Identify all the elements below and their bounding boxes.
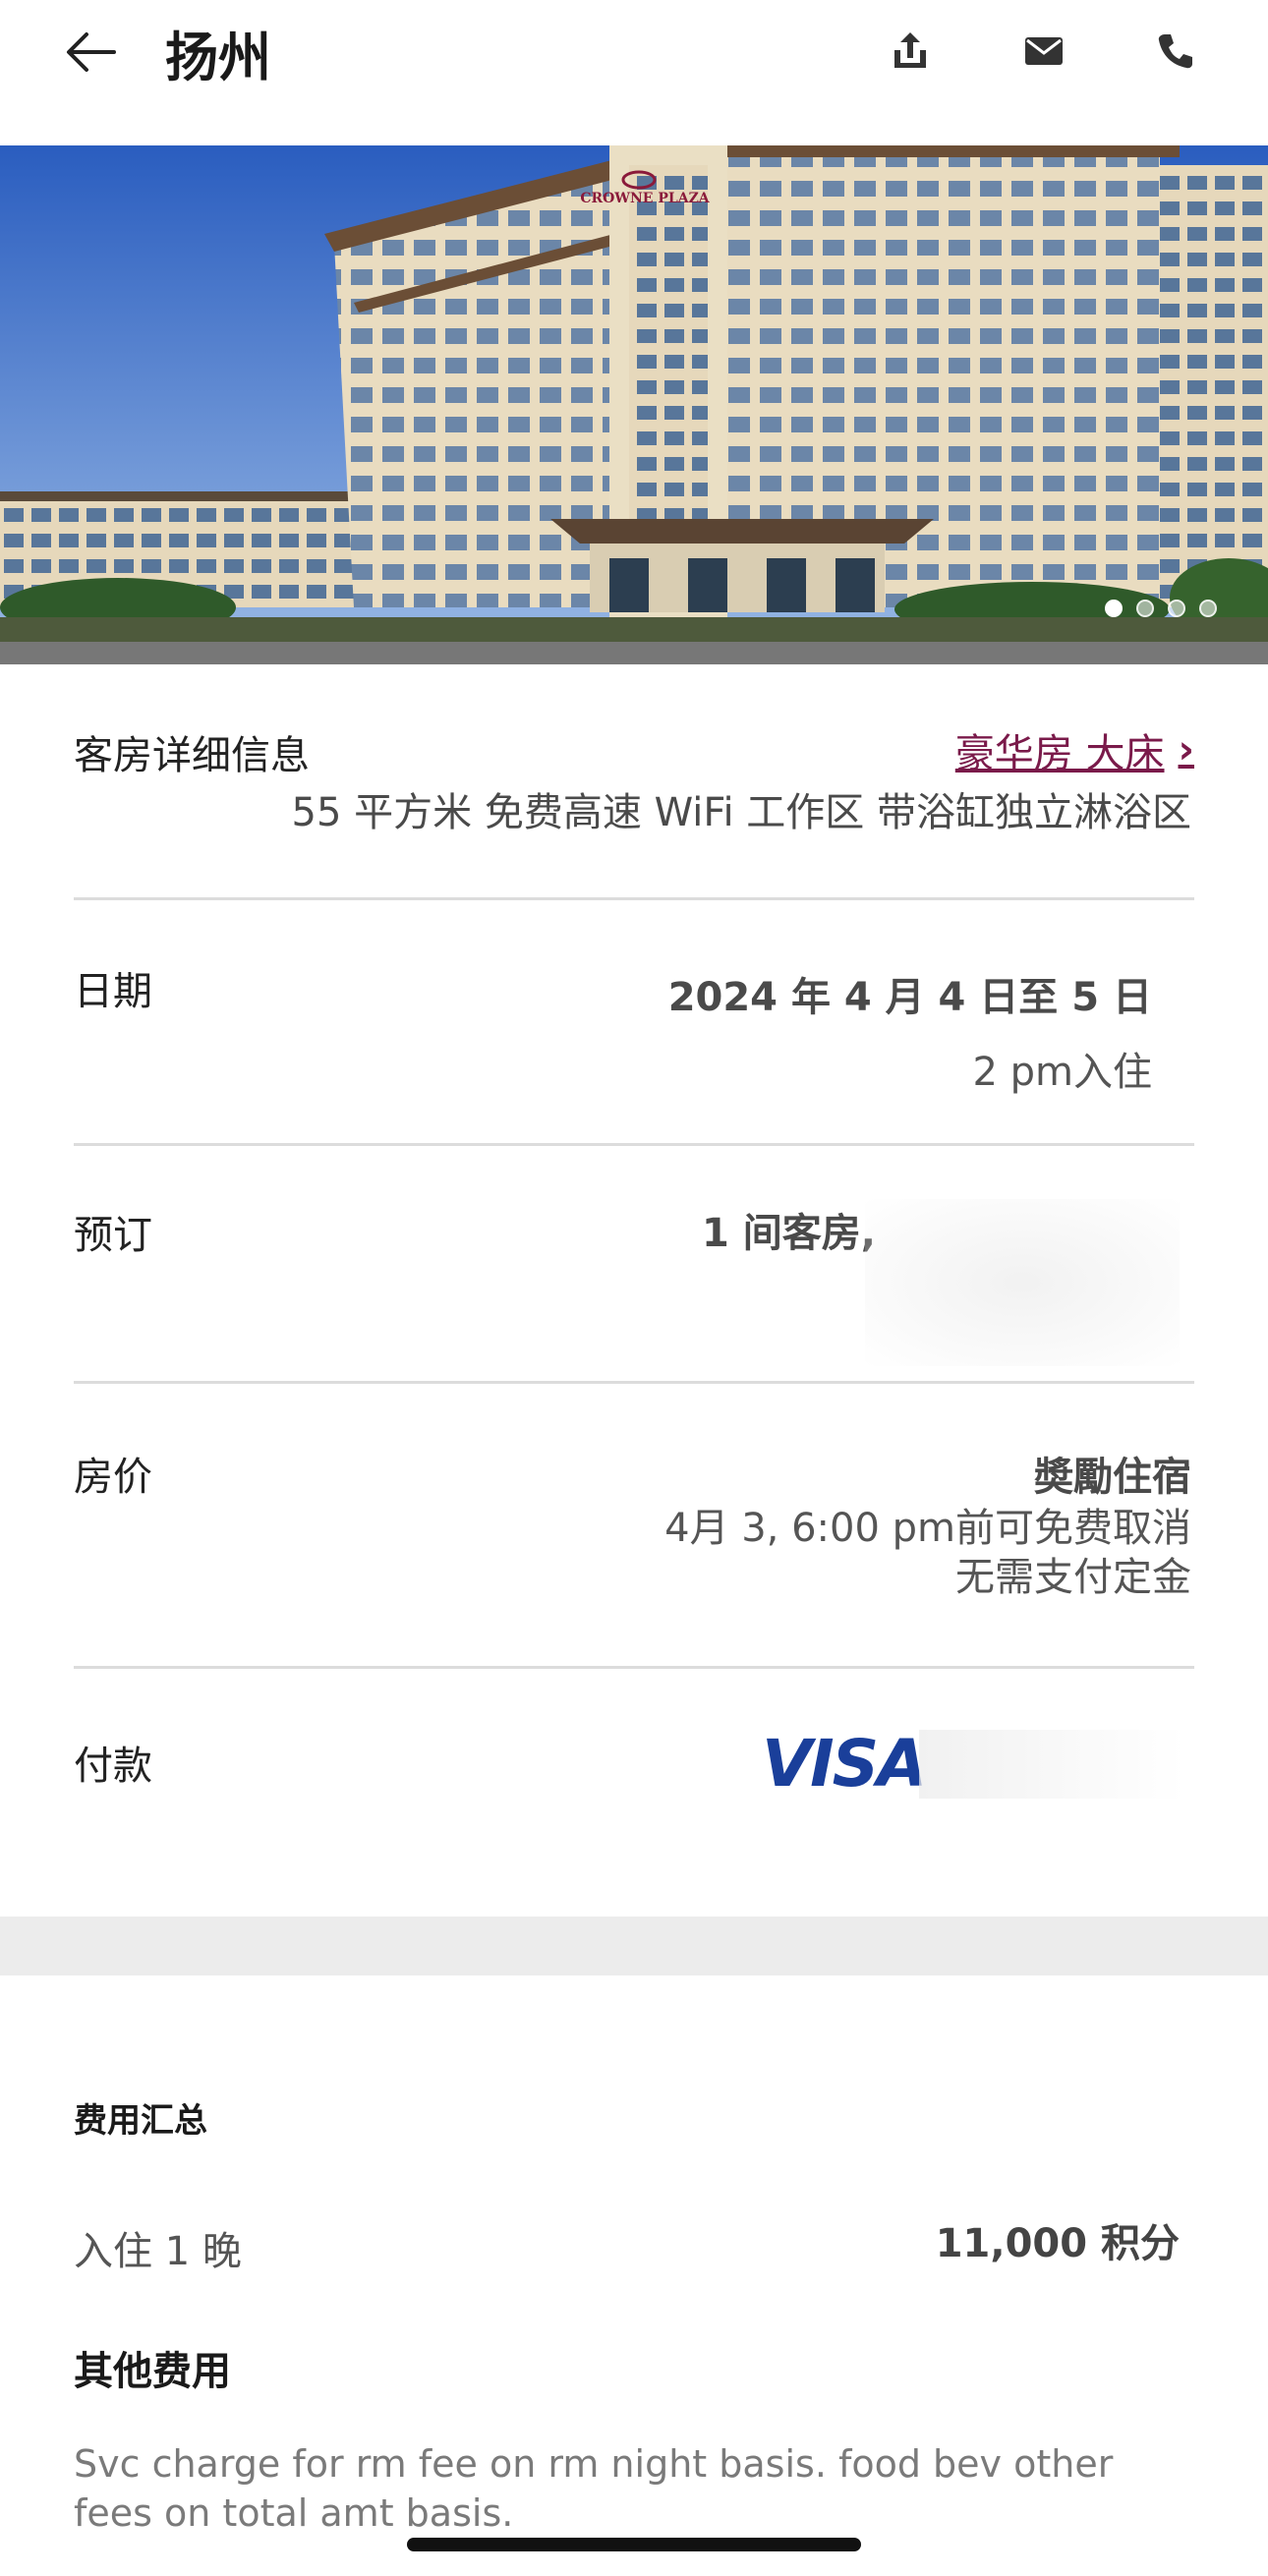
divider [74,1666,1194,1669]
carousel-dot[interactable] [1168,600,1185,617]
visa-logo: VISA [762,1726,927,1802]
room-details-label: 客房详细信息 [74,733,310,778]
other-fees-description: Svc charge for rm fee on rm night basis.… [74,2442,1114,2535]
divider [74,897,1194,900]
rate-type: 奬勵住宿 [1034,1455,1191,1500]
other-fees-title: 其他费用 [74,2349,231,2394]
hotel-exterior-photo: CROWNE PLAZA [0,145,1268,664]
phone-button[interactable] [1136,12,1215,90]
room-type-link[interactable]: 豪华房 大床 › [955,721,1194,778]
carousel-dot[interactable] [1136,600,1154,617]
back-button[interactable] [51,18,130,86]
hotel-photo-carousel[interactable]: CROWNE PLAZA [0,145,1268,664]
points-total: 11,000 积分 [935,2221,1180,2266]
carousel-dot[interactable] [1105,600,1123,617]
mail-icon [1025,37,1063,65]
section-separator [0,1917,1268,1975]
booking-rooms: 1 间客房, [702,1211,876,1256]
arrow-left-icon [67,32,116,72]
header-bar: 扬州 [0,0,1268,145]
carousel-dot[interactable] [1199,600,1217,617]
carousel-indicator [1105,600,1217,617]
deposit-policy: 无需支付定金 [955,1555,1191,1600]
divider [74,1381,1194,1384]
nights-label: 入住 1 晚 [74,2229,242,2274]
share-button[interactable] [871,12,950,90]
home-indicator[interactable] [407,2538,861,2551]
chevron-right-icon: › [1178,727,1194,773]
payment-label: 付款 [74,1744,152,1789]
page-title: 扬州 [165,27,271,88]
phone-icon [1158,34,1192,69]
room-amenities: 55 平方米 免费高速 WiFi 工作区 带浴缸独立淋浴区 [291,790,1191,835]
rate-label: 房价 [74,1455,152,1500]
date-range: 2024 年 4 月 4 日至 5 日 [667,975,1152,1020]
hotel-sign: CROWNE PLAZA [580,191,710,206]
booking-label: 预订 [74,1213,152,1258]
divider [74,1143,1194,1146]
mail-button[interactable] [1005,12,1083,90]
redacted-guest-info [865,1199,1180,1366]
share-icon [894,32,926,68]
redacted-card-number [919,1730,1184,1799]
dates-label: 日期 [74,969,152,1014]
room-type-text: 豪华房 大床 [954,731,1165,776]
checkin-time: 2 pm入住 [972,1050,1152,1095]
cost-summary-title: 费用汇总 [74,2101,207,2141]
